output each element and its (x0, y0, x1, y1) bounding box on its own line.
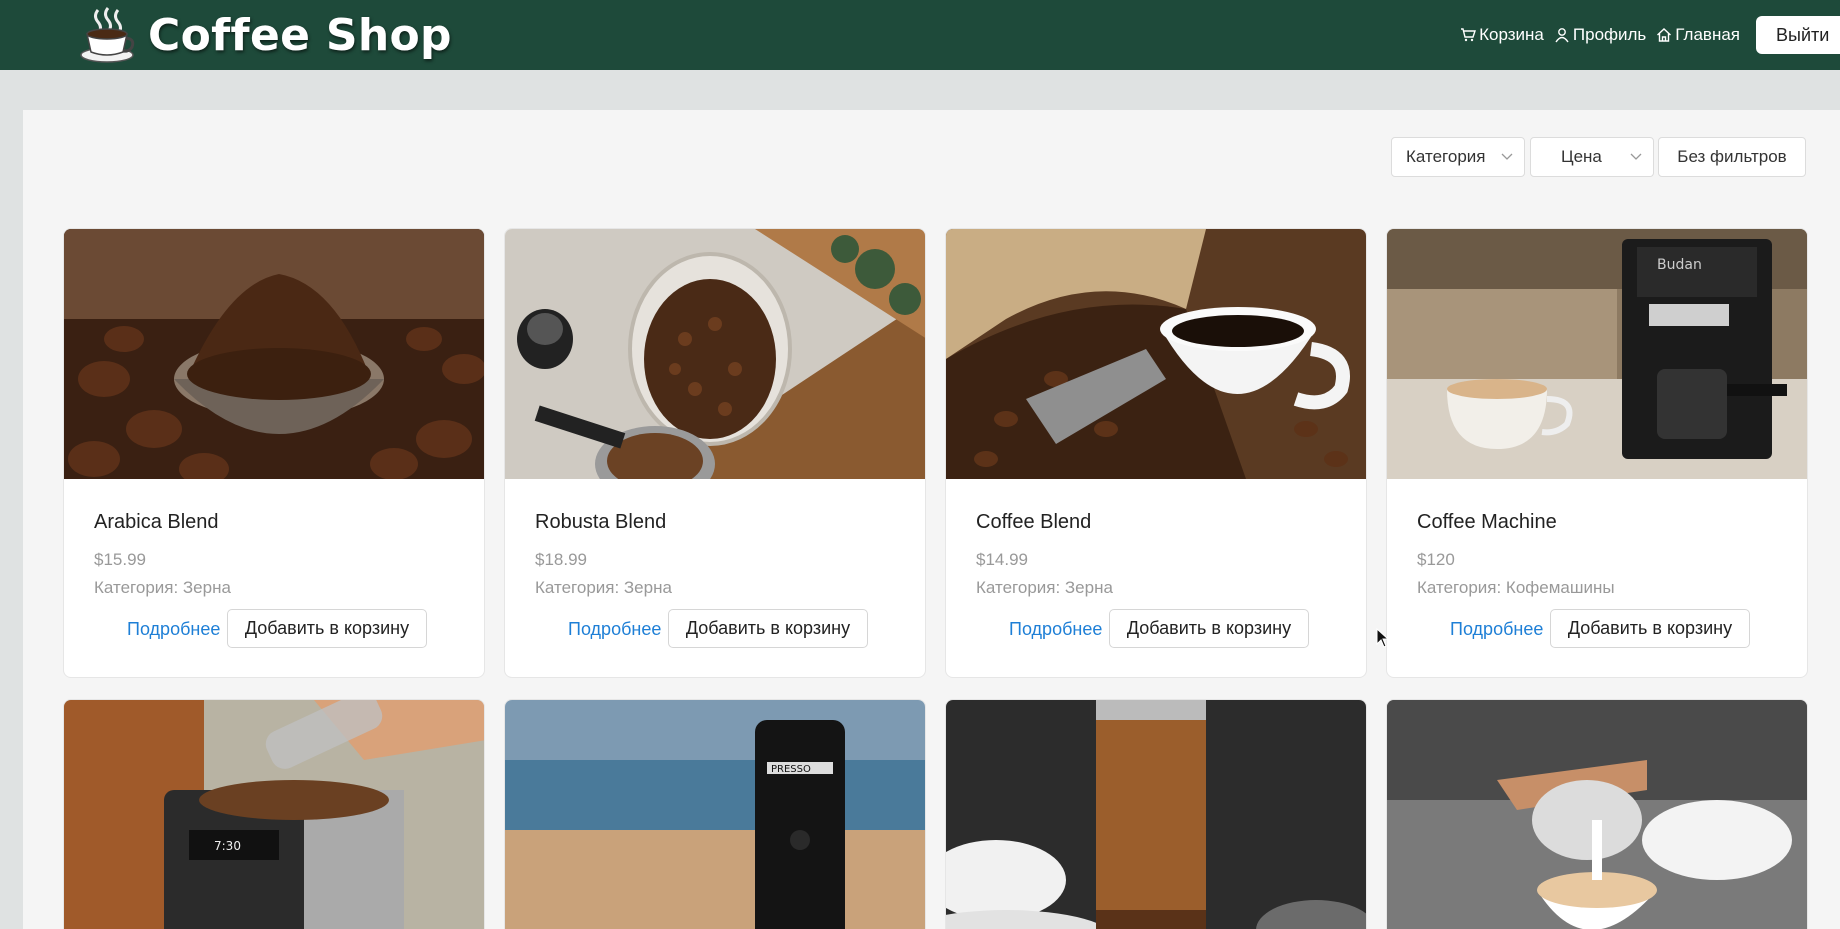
details-link[interactable]: Подробнее (1009, 619, 1102, 640)
price-filter-label: Цена (1561, 147, 1602, 166)
product-card: 7:30 (63, 699, 485, 929)
svg-text:PRESSO: PRESSO (771, 764, 811, 775)
product-image[interactable] (946, 700, 1366, 929)
product-image[interactable]: Budan (1387, 229, 1807, 479)
details-link[interactable]: Подробнее (1450, 619, 1543, 640)
nav-home[interactable]: Главная (1656, 25, 1740, 45)
product-image[interactable]: PRESSO (505, 700, 925, 929)
product-card: PRESSO (504, 699, 926, 929)
nav-cart[interactable]: Корзина (1460, 25, 1544, 45)
product-card (945, 699, 1367, 929)
product-category: Категория: Зерна (535, 578, 672, 597)
product-category: Категория: Кофемашины (1417, 578, 1615, 597)
product-image[interactable] (64, 229, 484, 479)
brand[interactable]: Coffee Shop (78, 6, 452, 64)
reset-filters-label: Без фильтров (1677, 147, 1787, 166)
add-to-cart-button[interactable]: Добавить в корзину (668, 609, 868, 648)
svg-text:7:30: 7:30 (214, 839, 241, 853)
mouse-cursor-icon (1376, 628, 1390, 648)
add-to-cart-button[interactable]: Добавить в корзину (1109, 609, 1309, 648)
cart-icon (1461, 28, 1477, 42)
nav-profile[interactable]: Профиль (1554, 25, 1646, 45)
nav-home-label: Главная (1675, 25, 1740, 44)
product-price: $15.99 (94, 550, 146, 569)
product-image[interactable] (1387, 700, 1807, 929)
brand-title: Coffee Shop (148, 9, 452, 61)
product-name: Robusta Blend (535, 511, 667, 533)
svg-text:Budan: Budan (1657, 257, 1702, 273)
category-filter[interactable]: Категория (1391, 137, 1525, 177)
user-icon (1555, 28, 1569, 43)
product-card: Budan Coffee Machine $120 Категория: Коф… (1386, 228, 1808, 678)
nav-cart-label: Корзина (1479, 25, 1544, 44)
product-name: Coffee Blend (976, 511, 1092, 533)
logout-button[interactable]: Выйти (1756, 16, 1840, 54)
product-image[interactable]: 7:30 (64, 700, 484, 929)
nav-profile-label: Профиль (1572, 25, 1647, 44)
product-card: Robusta Blend $18.99 Категория: Зерна По… (504, 228, 926, 678)
category-filter-label: Категория (1406, 147, 1486, 166)
product-card: Arabica Blend $15.99 Категория: Зерна По… (63, 228, 485, 678)
details-link[interactable]: Подробнее (127, 619, 220, 640)
home-icon (1657, 28, 1672, 42)
product-card (1386, 699, 1808, 929)
product-price: $14.99 (976, 550, 1028, 569)
product-price: $120 (1417, 550, 1455, 569)
top-navbar: Coffee Shop Корзина Профиль Главная Выйт… (0, 0, 1840, 70)
coffee-cup-logo-icon (80, 7, 135, 63)
details-link[interactable]: Подробнее (568, 619, 661, 640)
add-to-cart-button[interactable]: Добавить в корзину (1550, 609, 1750, 648)
product-price: $18.99 (535, 550, 587, 569)
product-image[interactable] (505, 229, 925, 479)
product-card: Coffee Blend $14.99 Категория: Зерна Под… (945, 228, 1367, 678)
chevron-down-icon (1501, 153, 1513, 160)
price-filter[interactable]: Цена (1530, 137, 1654, 177)
header-nav: Корзина Профиль Главная Выйти (1460, 0, 1840, 70)
chevron-down-icon (1630, 153, 1642, 160)
product-name: Coffee Machine (1417, 511, 1557, 533)
product-category: Категория: Зерна (94, 578, 231, 597)
reset-filters-button[interactable]: Без фильтров (1658, 137, 1806, 177)
product-category: Категория: Зерна (976, 578, 1113, 597)
add-to-cart-button[interactable]: Добавить в корзину (227, 609, 427, 648)
product-image[interactable] (946, 229, 1366, 479)
product-name: Arabica Blend (94, 511, 219, 533)
